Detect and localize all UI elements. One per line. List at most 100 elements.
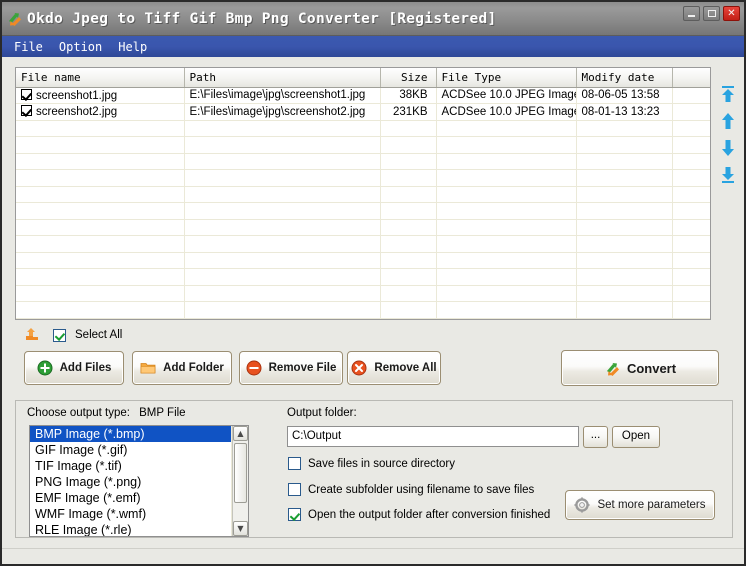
save-in-source-checkbox[interactable] xyxy=(288,457,301,470)
cell-empty xyxy=(436,285,577,302)
cell-size: 38KB xyxy=(380,87,437,104)
output-type-option[interactable]: WMF Image (*.wmf) xyxy=(30,506,232,522)
convert-button[interactable]: Convert xyxy=(561,350,719,386)
cell-empty xyxy=(672,268,710,286)
cell-empty xyxy=(380,153,437,170)
table-row-empty[interactable] xyxy=(16,235,710,253)
up-one-level-icon[interactable] xyxy=(24,327,44,343)
cell-empty xyxy=(672,136,710,154)
cell-empty xyxy=(576,318,673,319)
menu-item-file[interactable]: File xyxy=(7,38,50,56)
folder-icon xyxy=(140,360,156,376)
cell-empty xyxy=(436,136,577,154)
output-type-option[interactable]: PNG Image (*.png) xyxy=(30,474,232,490)
cell-empty xyxy=(672,235,710,253)
open-output-checkbox[interactable] xyxy=(288,508,301,521)
table-row-empty[interactable] xyxy=(16,120,710,137)
cell-empty xyxy=(16,301,185,319)
output-type-option[interactable]: RLE Image (*.rle) xyxy=(30,522,232,536)
remove-all-label: Remove All xyxy=(374,362,437,374)
application-window: Okdo Jpeg to Tiff Gif Bmp Png Converter … xyxy=(0,0,746,566)
output-type-label: Choose output type: BMP File xyxy=(27,407,186,419)
cell-empty xyxy=(436,219,577,236)
select-all-checkbox[interactable] xyxy=(53,328,66,342)
cell-empty xyxy=(16,153,185,170)
output-type-option[interactable]: GIF Image (*.gif) xyxy=(30,442,232,458)
column-header-modify-date[interactable]: Modify date xyxy=(576,68,673,88)
cell-empty xyxy=(672,169,710,187)
close-icon: ✕ xyxy=(727,8,736,19)
file-list-table: File name Path Size File Type Modify dat… xyxy=(16,68,710,319)
cell-empty xyxy=(184,153,381,170)
create-subfolder-label: Create subfolder using filename to save … xyxy=(308,483,535,496)
cell-empty xyxy=(380,169,437,187)
table-row-empty[interactable] xyxy=(16,202,710,220)
select-all-row: Select All xyxy=(24,327,122,343)
open-folder-button[interactable]: Open xyxy=(612,426,660,448)
output-type-option[interactable]: BMP Image (*.bmp) xyxy=(30,426,232,442)
move-to-top-icon[interactable] xyxy=(718,84,738,104)
cell-empty xyxy=(672,318,710,319)
row-checkbox[interactable] xyxy=(21,88,32,100)
menu-item-option[interactable]: Option xyxy=(52,38,109,56)
column-header-extra[interactable] xyxy=(672,68,710,88)
cell-empty xyxy=(576,120,673,137)
move-to-bottom-icon[interactable] xyxy=(718,165,738,185)
cell-empty xyxy=(576,301,673,319)
cell-empty xyxy=(16,202,185,220)
create-subfolder-checkbox[interactable] xyxy=(288,483,301,496)
cell-empty xyxy=(380,186,437,203)
table-row-empty[interactable] xyxy=(16,136,710,154)
cell-file-name[interactable]: screenshot1.jpg xyxy=(16,87,185,104)
output-folder-input[interactable]: C:\Output xyxy=(287,426,579,447)
cell-empty xyxy=(184,219,381,236)
column-header-size[interactable]: Size xyxy=(380,68,437,88)
table-row[interactable]: screenshot2.jpg E:\Files\image\jpg\screen… xyxy=(16,103,710,121)
output-type-scrollbar[interactable]: ▲ ▼ xyxy=(232,426,248,536)
table-row-empty[interactable] xyxy=(16,301,710,319)
output-type-option[interactable]: TIF Image (*.tif) xyxy=(30,458,232,474)
table-row-empty[interactable] xyxy=(16,186,710,203)
table-row-empty[interactable] xyxy=(16,219,710,236)
minimize-button[interactable] xyxy=(683,6,700,21)
file-list[interactable]: File name Path Size File Type Modify dat… xyxy=(15,67,711,320)
scroll-up-icon[interactable]: ▲ xyxy=(233,426,248,441)
table-row-empty[interactable] xyxy=(16,268,710,286)
column-header-file-type[interactable]: File Type xyxy=(436,68,577,88)
cell-empty xyxy=(672,202,710,220)
browse-folder-button[interactable]: ... xyxy=(583,426,608,448)
menu-item-help[interactable]: Help xyxy=(111,38,154,56)
remove-all-button[interactable]: Remove All xyxy=(347,351,441,385)
cell-file-name[interactable]: screenshot2.jpg xyxy=(16,103,185,121)
cell-empty xyxy=(436,169,577,187)
plus-circle-icon xyxy=(37,360,53,376)
add-files-button[interactable]: Add Files xyxy=(24,351,124,385)
cell-empty xyxy=(16,169,185,187)
table-row-empty[interactable] xyxy=(16,318,710,319)
table-row[interactable]: screenshot1.jpg E:\Files\image\jpg\screen… xyxy=(16,87,710,104)
move-down-icon[interactable] xyxy=(718,138,738,158)
move-up-icon[interactable] xyxy=(718,111,738,131)
cell-empty xyxy=(436,153,577,170)
set-more-parameters-button[interactable]: Set more parameters xyxy=(565,490,715,520)
table-row-empty[interactable] xyxy=(16,169,710,187)
add-folder-button[interactable]: Add Folder xyxy=(132,351,232,385)
table-row-empty[interactable] xyxy=(16,285,710,302)
column-header-file-name[interactable]: File name xyxy=(16,68,185,88)
remove-file-button[interactable]: Remove File xyxy=(239,351,343,385)
table-row-empty[interactable] xyxy=(16,153,710,170)
table-row-empty[interactable] xyxy=(16,252,710,269)
status-strip xyxy=(2,548,744,564)
scrollbar-thumb[interactable] xyxy=(234,443,247,503)
option-save-in-source-row: Save files in source directory xyxy=(288,457,455,470)
cell-path: E:\Files\image\jpg\screenshot1.jpg xyxy=(184,87,381,104)
scroll-down-icon[interactable]: ▼ xyxy=(233,521,248,536)
column-header-path[interactable]: Path xyxy=(184,68,381,88)
maximize-button[interactable] xyxy=(703,6,720,21)
close-button[interactable]: ✕ xyxy=(723,6,740,21)
cell-empty xyxy=(576,285,673,302)
gear-icon xyxy=(574,497,591,513)
output-type-listbox[interactable]: BMP Image (*.bmp) GIF Image (*.gif) TIF Im… xyxy=(29,425,249,537)
output-type-option[interactable]: EMF Image (*.emf) xyxy=(30,490,232,506)
row-checkbox[interactable] xyxy=(21,105,32,117)
